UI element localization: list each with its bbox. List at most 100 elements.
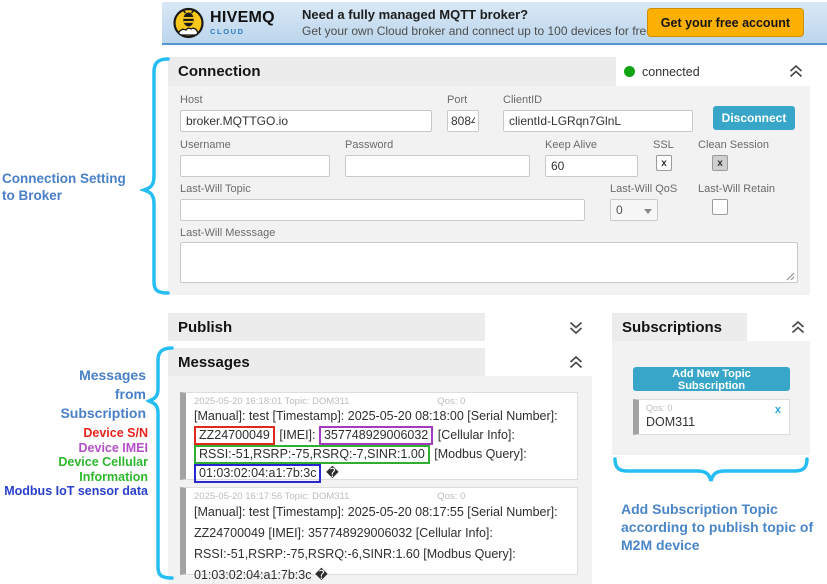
message-line: ZZ24700049 [IMEI]: 357748929006032 [Cell…: [194, 426, 569, 445]
message-line: 01:03:02:04:a1:7b:3c �: [194, 565, 569, 584]
messages-titlebar[interactable]: Messages: [168, 348, 485, 376]
host-input[interactable]: [180, 110, 432, 132]
lastwill-qos-value: 0: [616, 203, 623, 217]
get-free-account-button[interactable]: Get your free account: [647, 8, 804, 37]
modbus-query-value: 01:03:02:04:a1:7b:3c: [194, 568, 311, 582]
password-label: Password: [345, 139, 530, 151]
message-line: ZZ24700049 [IMEI]: 357748929006032 [Cell…: [194, 523, 569, 544]
page: HIVEMQ CLOUD Need a fully managed MQTT b…: [0, 0, 827, 584]
subscriptions-title: Subscriptions: [622, 319, 722, 336]
modbus-query-value: 01:03:02:04:a1:7b:3c: [194, 464, 321, 483]
messages-header: Messages: [168, 348, 592, 376]
dropdown-caret-icon: [644, 209, 652, 214]
subscription-topic: DOM311: [646, 415, 782, 429]
message-line: [Manual]: test [Timestamp]: 2025-05-20 0…: [194, 502, 569, 523]
message-timestamp: 2025-05-20 16:17:56: [194, 491, 282, 502]
connection-collapse-icon[interactable]: [788, 64, 804, 79]
clientid-input[interactable]: [503, 110, 693, 132]
legend-device-cellular: Device Cellular Information: [0, 455, 148, 484]
message-card[interactable]: 2025-05-20 16:17:56 Topic: DOM311 Qos: 0…: [180, 487, 578, 575]
replacement-char: �: [315, 568, 328, 582]
disconnect-button[interactable]: Disconnect: [713, 106, 795, 130]
message-line: [Manual]: test [Timestamp]: 2025-05-20 0…: [194, 407, 569, 426]
logo-sub-text: CLOUD: [210, 28, 275, 36]
lastwill-qos-label: Last-Will QoS: [610, 183, 677, 195]
annotation-connection-setting: Connection Setting to Broker: [2, 170, 144, 204]
clean-session-label: Clean Session: [698, 139, 769, 151]
lastwill-retain-checkbox[interactable]: [712, 199, 728, 215]
host-label: Host: [180, 94, 432, 106]
annotation-legend: Device S/N Device IMEI Device Cellular I…: [0, 426, 148, 499]
logo-brand-text: HIVEMQ: [210, 10, 275, 26]
connection-status: connected: [620, 57, 700, 86]
replacement-char: �: [326, 466, 339, 480]
subscription-item[interactable]: Qos: 0 DOM311 x: [633, 399, 790, 435]
lastwill-topic-input[interactable]: [180, 199, 585, 221]
banner-copy: Need a fully managed MQTT broker? Get yo…: [302, 7, 656, 38]
messages-title: Messages: [178, 354, 250, 371]
cellular-label: [Cellular Info]:: [438, 428, 515, 442]
hivemq-banner: HIVEMQ CLOUD Need a fully managed MQTT b…: [162, 2, 827, 45]
subscriptions-brace: [612, 456, 810, 490]
publish-header: Publish: [168, 313, 592, 341]
modbus-label: [Modbus Query]:: [423, 547, 515, 561]
port-label: Port: [447, 94, 479, 106]
keepalive-label: Keep Alive: [545, 139, 638, 151]
imei-label: [IMEI]:: [268, 526, 304, 540]
connected-status-text: connected: [642, 65, 700, 79]
password-input[interactable]: [345, 155, 530, 177]
message-card[interactable]: 2025-05-20 16:18:01 Topic: DOM311 Qos: 0…: [180, 392, 578, 480]
lastwill-qos-select[interactable]: 0: [610, 199, 658, 221]
messages-collapse-icon[interactable]: [568, 355, 584, 370]
add-subscription-button[interactable]: Add New Topic Subscription: [633, 367, 790, 391]
annotation-add-subscription-topic: Add Subscription Topic according to publ…: [621, 500, 821, 554]
connected-status-dot: [624, 66, 635, 77]
publish-titlebar[interactable]: Publish: [168, 313, 485, 341]
imei-value: 357748929006032: [319, 426, 433, 445]
message-qos: Qos: 0: [437, 396, 465, 407]
username-input[interactable]: [180, 155, 330, 177]
keepalive-input[interactable]: [545, 155, 638, 177]
username-label: Username: [180, 139, 330, 151]
message-timestamp: 2025-05-20 16:18:01: [194, 396, 282, 407]
subscriptions-header: Subscriptions: [612, 313, 810, 341]
publish-expand-icon[interactable]: [568, 320, 584, 335]
publish-title: Publish: [178, 319, 232, 336]
subscriptions-panel: Add New Topic Subscription Qos: 0 DOM311…: [612, 341, 810, 455]
subscription-qos: Qos: 0: [646, 403, 782, 413]
serial-number-value: ZZ24700049: [194, 526, 265, 540]
connection-titlebar[interactable]: Connection: [168, 57, 616, 86]
messages-list: 2025-05-20 16:18:01 Topic: DOM311 Qos: 0…: [168, 376, 592, 584]
ssl-check-mark: x: [661, 158, 667, 169]
hivemq-bee-icon: [172, 6, 205, 40]
legend-modbus-data: Modbus IoT sensor data: [0, 484, 148, 499]
subscriptions-collapse-icon[interactable]: [790, 320, 806, 335]
lastwill-topic-label: Last-Will Topic: [180, 183, 585, 195]
modbus-label: [Modbus Query]:: [434, 447, 526, 461]
message-line: 01:03:02:04:a1:7b:3c �: [194, 464, 569, 483]
legend-device-imei: Device IMEI: [0, 441, 148, 456]
message-line: RSSI:-51,RSRP:-75,RSRQ:-7,SINR:1.00 [Mod…: [194, 445, 569, 464]
lastwill-message-textarea[interactable]: [180, 242, 798, 283]
message-topic: Topic: DOM311: [285, 396, 435, 407]
message-line: RSSI:-51,RSRP:-75,RSRQ:-6,SINR:1.60 [Mod…: [194, 544, 569, 565]
connection-title: Connection: [178, 63, 261, 80]
lastwill-message-label: Last-Will Messsage: [180, 227, 275, 239]
serial-number-value: ZZ24700049: [194, 426, 275, 445]
cellular-label: [Cellular Info]:: [416, 526, 493, 540]
subscription-remove-button[interactable]: x: [775, 404, 781, 416]
port-input[interactable]: [447, 110, 479, 132]
lastwill-retain-label: Last-Will Retain: [698, 183, 775, 195]
clean-session-checkbox[interactable]: x: [712, 155, 728, 171]
message-qos: Qos: 0: [437, 491, 465, 502]
cellular-info-value: RSSI:-51,RSRP:-75,RSRQ:-6,SINR:1.60: [194, 547, 420, 561]
connection-header: Connection connected: [168, 57, 810, 86]
clean-session-check-mark: x: [717, 158, 723, 169]
annotation-messages-from-subscription: Messages from Subscription: [0, 366, 146, 423]
message-topic: Topic: DOM311: [285, 491, 435, 502]
imei-label: [IMEI]:: [279, 428, 315, 442]
ssl-checkbox[interactable]: x: [656, 155, 672, 171]
ssl-label: SSL: [653, 139, 674, 151]
banner-subheadline: Get your own Cloud broker and connect up…: [302, 24, 656, 38]
subscriptions-titlebar[interactable]: Subscriptions: [612, 313, 747, 341]
